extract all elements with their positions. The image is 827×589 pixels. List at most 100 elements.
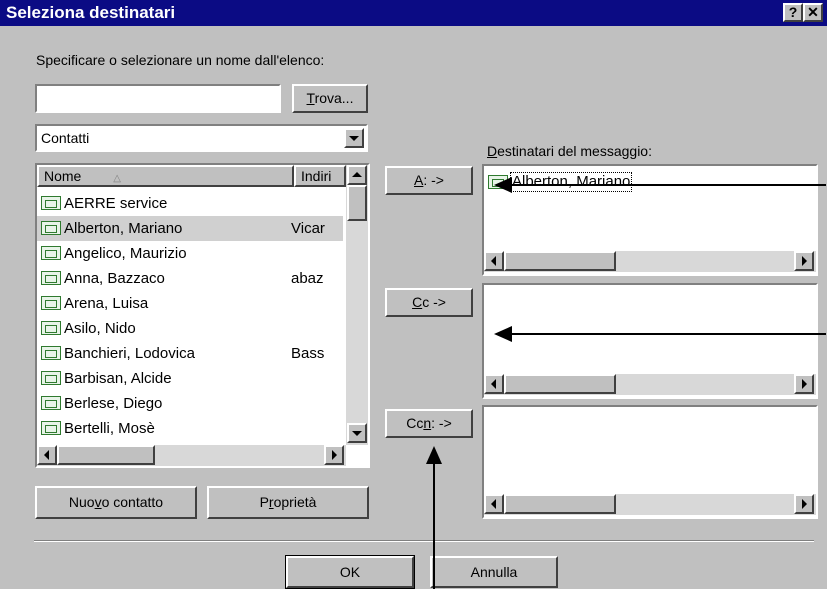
- scroll-thumb-horizontal[interactable]: [504, 251, 616, 271]
- close-button[interactable]: ✕: [803, 3, 823, 22]
- contact-name: Anna, Bazzaco: [64, 270, 165, 287]
- cc-horizontal-scrollbar[interactable]: [484, 374, 816, 395]
- bcc-button[interactable]: Ccn: ->: [385, 409, 473, 438]
- properties-button[interactable]: Proprietà: [207, 486, 369, 519]
- list-item[interactable]: Angelico, Maurizio: [37, 241, 343, 266]
- list-item[interactable]: Berlese, Diego: [37, 391, 343, 416]
- properties-label: oprietà: [273, 494, 317, 510]
- to-horizontal-scrollbar[interactable]: [484, 251, 816, 272]
- contact-card-icon: [41, 371, 61, 385]
- title-bar[interactable]: Seleziona destinatari ? ✕: [0, 0, 827, 26]
- list-item[interactable]: Anna, Bazzaco abaz: [37, 266, 343, 291]
- to-recipients-list[interactable]: Alberton, Mariano: [482, 164, 818, 276]
- contact-card-icon: [41, 196, 61, 210]
- properties-label-pre: P: [259, 494, 269, 510]
- scroll-right-icon[interactable]: [324, 445, 344, 465]
- dropdown-arrow-icon[interactable]: [344, 128, 364, 148]
- new-contact-button[interactable]: Nuovo contatto: [35, 486, 197, 519]
- list-item[interactable]: AERRE service: [37, 191, 343, 216]
- contact-card-icon: [41, 246, 61, 260]
- window-title: Seleziona destinatari: [6, 3, 176, 22]
- list-item[interactable]: Arena, Luisa: [37, 291, 343, 316]
- scroll-left-icon[interactable]: [484, 494, 504, 514]
- help-button[interactable]: ?: [783, 3, 803, 22]
- scroll-thumb-horizontal[interactable]: [504, 374, 616, 394]
- scroll-right-icon[interactable]: [794, 374, 814, 394]
- contact-name: Angelico, Maurizio: [64, 245, 187, 262]
- scroll-left-icon[interactable]: [37, 445, 57, 465]
- scroll-thumb-horizontal[interactable]: [504, 494, 616, 514]
- scroll-up-icon[interactable]: [347, 165, 367, 185]
- contact-name: AERRE service: [64, 195, 168, 212]
- to-button-mnemonic: A: [414, 172, 424, 188]
- contact-card-icon: [488, 175, 508, 189]
- cc-button-label: c ->: [422, 294, 446, 310]
- contact-name: Berlese, Diego: [64, 395, 163, 412]
- scroll-left-icon[interactable]: [484, 374, 504, 394]
- contact-name: Bertelli, Mosè: [64, 420, 155, 437]
- contact-address: Bass: [291, 345, 325, 362]
- new-contact-label-pre: Nuo: [68, 494, 95, 510]
- recipients-label: Destinatari del messaggio:: [487, 143, 652, 159]
- contact-card-icon: [41, 321, 61, 335]
- bcc-horizontal-scrollbar[interactable]: [484, 494, 816, 515]
- contact-card-icon: [41, 271, 61, 285]
- select-recipients-dialog: Seleziona destinatari ? ✕ Specificare o …: [0, 0, 827, 589]
- scroll-left-icon[interactable]: [484, 251, 504, 271]
- column-header-name-label: Nome: [44, 168, 82, 184]
- contact-card-icon: [41, 346, 61, 360]
- list-item[interactable]: Bertelli, Mosè: [37, 416, 343, 441]
- scroll-right-icon[interactable]: [794, 494, 814, 514]
- recipients-label-mnemonic: D: [487, 143, 498, 159]
- list-item[interactable]: Banchieri, Lodovica Bass: [37, 341, 343, 366]
- contact-name: Banchieri, Lodovica: [64, 345, 195, 362]
- find-button-mnemonic: T: [306, 90, 315, 106]
- bcc-button-label: : ->: [431, 415, 452, 431]
- new-contact-mnemonic: v: [94, 494, 102, 510]
- to-button-label: : ->: [423, 172, 444, 188]
- recipient-name: Alberton, Mariano: [510, 172, 633, 192]
- cc-button[interactable]: Cc ->: [385, 288, 473, 317]
- contact-card-icon: [41, 421, 61, 435]
- list-item[interactable]: Asilo, Nido: [37, 316, 343, 341]
- instruction-label: Specificare o selezionare un nome dall'e…: [36, 52, 325, 68]
- contact-rows: AERRE service Alberton, Mariano Vicar An…: [37, 187, 343, 441]
- list-item[interactable]: Alberton, Mariano: [484, 170, 784, 195]
- search-input[interactable]: [35, 84, 281, 113]
- bcc-recipients-list[interactable]: [482, 405, 818, 519]
- scroll-down-icon[interactable]: [347, 423, 367, 443]
- contact-list[interactable]: Nome △ Indiri AERRE service Alberton, Ma…: [35, 163, 370, 468]
- column-header-address[interactable]: Indiri: [294, 165, 346, 187]
- address-book-value: Contatti: [41, 130, 90, 146]
- contact-name: Alberton, Mariano: [64, 220, 183, 237]
- sort-ascending-icon: △: [113, 173, 121, 184]
- contact-address: Vicar: [291, 220, 325, 237]
- contact-name: Asilo, Nido: [64, 320, 136, 337]
- scroll-thumb[interactable]: [347, 185, 367, 221]
- list-item[interactable]: Barbisan, Alcide: [37, 366, 343, 391]
- new-contact-label: o contatto: [101, 494, 164, 510]
- vertical-scrollbar[interactable]: [346, 165, 368, 445]
- cc-recipients-list[interactable]: [482, 283, 818, 399]
- column-header-name[interactable]: Nome △: [37, 165, 294, 187]
- find-button-label: rova...: [314, 90, 354, 106]
- bcc-button-mnemonic: n: [423, 415, 432, 431]
- to-button[interactable]: A: ->: [385, 166, 473, 195]
- scroll-thumb-horizontal[interactable]: [57, 445, 155, 465]
- contact-name: Arena, Luisa: [64, 295, 149, 312]
- ok-button[interactable]: OK: [285, 555, 415, 589]
- horizontal-scrollbar[interactable]: [37, 445, 346, 466]
- find-button[interactable]: Trova...: [292, 84, 368, 113]
- cc-button-mnemonic: C: [412, 294, 423, 310]
- arrow-to-bcc-head: [426, 446, 442, 464]
- contact-card-icon: [41, 396, 61, 410]
- separator: [34, 540, 814, 542]
- bcc-button-label-pre: Cc: [406, 415, 424, 431]
- scroll-right-icon[interactable]: [794, 251, 814, 271]
- list-item[interactable]: Alberton, Mariano Vicar: [37, 216, 343, 241]
- contact-card-icon: [41, 296, 61, 310]
- recipients-label-text: estinatari del messaggio:: [497, 143, 652, 159]
- cancel-button[interactable]: Annulla: [430, 556, 558, 588]
- address-book-select[interactable]: Contatti: [35, 124, 368, 152]
- contact-card-icon: [41, 221, 61, 235]
